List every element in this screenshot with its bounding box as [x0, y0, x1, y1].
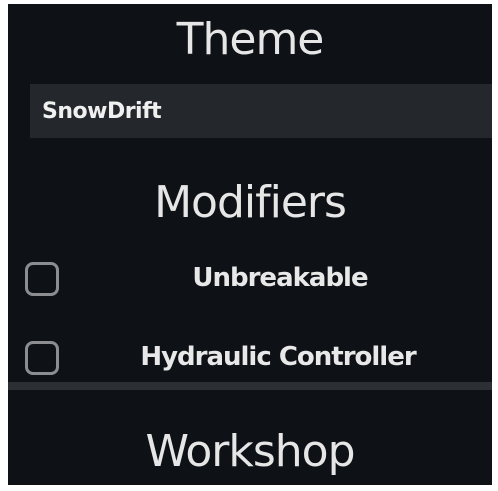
section-divider: [8, 382, 492, 390]
hydraulic-controller-checkbox[interactable]: [25, 341, 59, 375]
unbreakable-checkbox[interactable]: [25, 262, 59, 296]
modifier-hydraulic-controller-row[interactable]: Hydraulic Controller: [8, 330, 492, 390]
modifiers-heading: Modifiers: [154, 177, 347, 228]
theme-select[interactable]: SnowDrift: [30, 84, 492, 138]
theme-selected-value: SnowDrift: [42, 98, 162, 124]
hydraulic-controller-label: Hydraulic Controller: [140, 342, 416, 372]
modifier-unbreakable-row[interactable]: Unbreakable: [8, 251, 492, 311]
settings-panel: Theme SnowDrift Modifiers Unbreakable Hy…: [8, 4, 492, 485]
unbreakable-label: Unbreakable: [192, 263, 368, 293]
workshop-heading[interactable]: Workshop: [8, 430, 492, 474]
theme-heading: Theme: [176, 14, 325, 65]
